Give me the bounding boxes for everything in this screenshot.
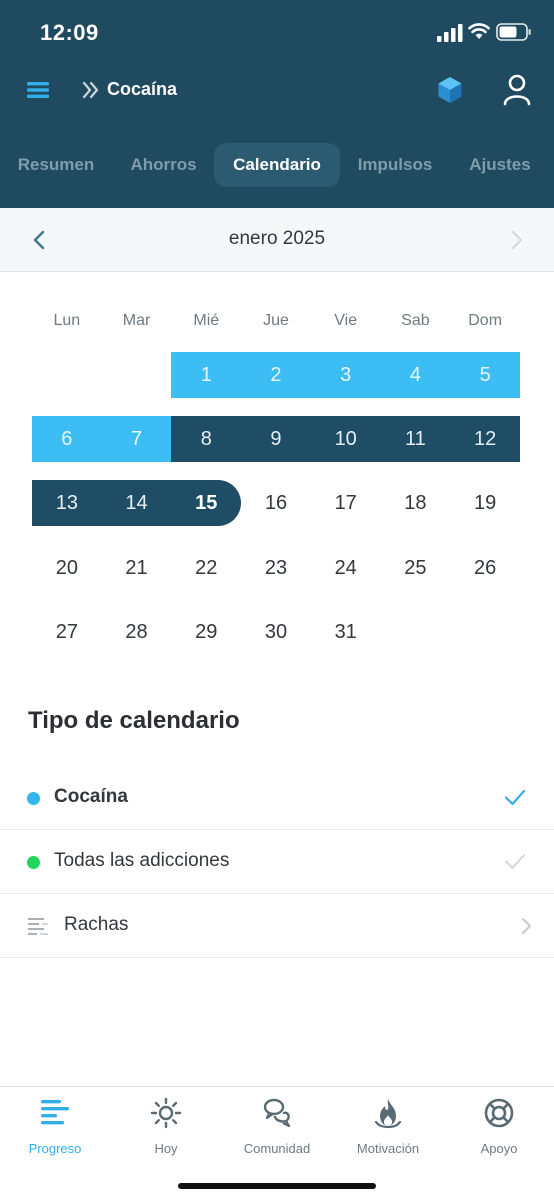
- calendar-day[interactable]: 15: [171, 480, 242, 526]
- status-bar: 12:09: [0, 0, 554, 60]
- month-navigation: enero 2025: [0, 208, 554, 272]
- calendar-day[interactable]: 20: [32, 545, 102, 591]
- list-icon: [28, 918, 48, 935]
- calendar-day[interactable]: 27: [32, 609, 102, 655]
- section-tabs: Resumen Ahorros Calendario Impulsos Ajus…: [0, 124, 554, 208]
- option-color-dot: [27, 856, 40, 869]
- weekday-label: Jue: [263, 312, 289, 329]
- premium-hexagon-icon[interactable]: [437, 76, 463, 104]
- calendar-day[interactable]: 19: [450, 480, 520, 526]
- calendar-day[interactable]: 13: [32, 480, 102, 526]
- battery-icon: [496, 23, 531, 41]
- calendar-day[interactable]: 5: [450, 352, 520, 398]
- tab-ajustes[interactable]: Ajustes: [456, 143, 544, 187]
- check-icon: [505, 854, 525, 869]
- double-chevron-icon: [82, 81, 99, 99]
- bottom-tab-label: Comunidad: [243, 1141, 311, 1156]
- calendar-day[interactable]: 6: [32, 416, 102, 462]
- calendar-day[interactable]: 9: [241, 416, 311, 462]
- tab-impulsos[interactable]: Impulsos: [346, 143, 444, 187]
- calendar-day[interactable]: 18: [381, 480, 451, 526]
- option-label: Todas las adicciones: [54, 850, 230, 871]
- calendar-type-option-all-addictions[interactable]: Todas las adicciones: [0, 830, 554, 894]
- calendar-day[interactable]: 3: [310, 352, 381, 398]
- status-time: 12:09: [40, 20, 99, 45]
- calendar-day[interactable]: 22: [171, 545, 241, 591]
- tab-ahorros[interactable]: Ahorros: [116, 143, 211, 187]
- page-title: Cocaína: [107, 79, 178, 99]
- bottom-tab-label: Apoyo: [480, 1141, 518, 1156]
- calendar-day[interactable]: 12: [450, 416, 520, 462]
- weekday-label: Mar: [122, 312, 151, 329]
- user-profile-icon[interactable]: [503, 74, 531, 106]
- calendar-day[interactable]: 31: [311, 609, 381, 655]
- calendar-day[interactable]: 14: [101, 480, 172, 526]
- weekday-label: Vie: [334, 312, 358, 329]
- calendar-day[interactable]: 30: [241, 609, 311, 655]
- bottom-tab-bar: Progreso Hoy Comunidad Motivación Apoyo: [0, 1086, 554, 1200]
- calendar-day[interactable]: 4: [380, 352, 451, 398]
- streaks-label: Rachas: [64, 914, 129, 935]
- calendar-grid: Lun Mar Mié Jue Vie Sab Dom 1 2 3 4 5 6 7 8 9 10 11 12 13 14…: [32, 300, 520, 660]
- calendar-day[interactable]: 17: [311, 480, 381, 526]
- calendar-day[interactable]: 23: [241, 545, 311, 591]
- streaks-row[interactable]: Rachas: [0, 894, 554, 958]
- bottom-tab-motivacion[interactable]: Motivación: [333, 1095, 443, 1159]
- chevron-right-icon: [522, 918, 531, 934]
- weekday-label: Lun: [53, 312, 81, 329]
- option-color-dot: [27, 792, 40, 805]
- tab-resumen[interactable]: Resumen: [6, 143, 106, 187]
- bottom-tab-label: Hoy: [154, 1141, 178, 1156]
- next-month-button[interactable]: [502, 226, 530, 254]
- menu-icon[interactable]: [26, 78, 50, 102]
- calendar-day[interactable]: 7: [101, 416, 172, 462]
- flame-icon: [374, 1099, 402, 1129]
- weekday-label: Dom: [468, 312, 503, 329]
- section-title: Tipo de calendario: [28, 707, 240, 734]
- wifi-icon: [468, 23, 490, 39]
- bottom-tab-comunidad[interactable]: Comunidad: [222, 1095, 332, 1159]
- community-icon: [263, 1098, 291, 1128]
- calendar-day[interactable]: 26: [450, 545, 520, 591]
- calendar-day[interactable]: 10: [310, 416, 381, 462]
- nav-bar: Cocaína: [0, 62, 554, 118]
- calendar-day[interactable]: 21: [102, 545, 172, 591]
- bottom-tab-label: Progreso: [28, 1141, 82, 1156]
- bottom-tab-progreso[interactable]: Progreso: [0, 1095, 110, 1159]
- progress-icon: [41, 1100, 69, 1125]
- app-header: 12:09 Cocaína Resumen Ahorros Calendario…: [0, 0, 554, 208]
- sun-icon: [150, 1097, 182, 1129]
- option-label: Cocaína: [54, 786, 128, 807]
- calendar-day[interactable]: 28: [102, 609, 172, 655]
- bottom-tab-hoy[interactable]: Hoy: [111, 1095, 221, 1159]
- check-icon: [504, 789, 526, 806]
- calendar-day[interactable]: 1: [171, 352, 242, 398]
- signal-icon: [437, 24, 463, 42]
- calendar-day[interactable]: 29: [171, 609, 241, 655]
- weekday-label: Mié: [193, 312, 220, 329]
- calendar-day[interactable]: 16: [241, 480, 311, 526]
- calendar-day[interactable]: 25: [381, 545, 451, 591]
- lifebuoy-icon: [484, 1098, 514, 1128]
- bottom-tab-apoyo[interactable]: Apoyo: [444, 1095, 554, 1159]
- weekday-label: Sab: [401, 312, 430, 329]
- calendar-type-option-cocaina[interactable]: Cocaína: [0, 766, 554, 830]
- home-indicator: [178, 1183, 376, 1189]
- calendar-day[interactable]: 2: [241, 352, 311, 398]
- bottom-tab-label: Motivación: [356, 1141, 420, 1156]
- calendar-day[interactable]: 11: [380, 416, 451, 462]
- tab-calendario[interactable]: Calendario: [214, 143, 340, 187]
- calendar-day[interactable]: 24: [311, 545, 381, 591]
- calendar-day[interactable]: 8: [171, 416, 242, 462]
- month-label: enero 2025: [228, 228, 326, 249]
